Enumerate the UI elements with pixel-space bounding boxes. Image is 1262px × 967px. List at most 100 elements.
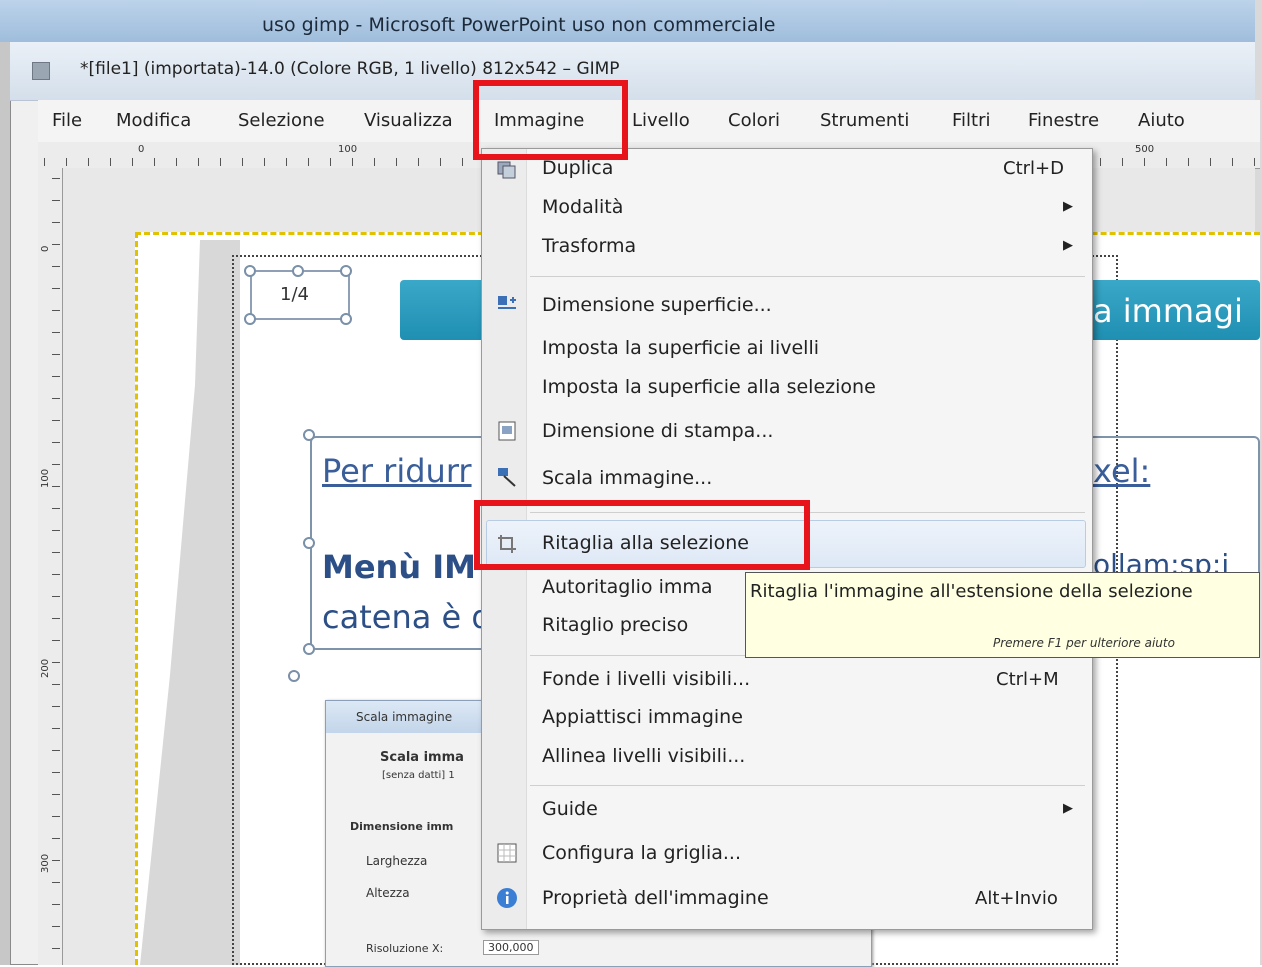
menu-item-autoritaglio[interactable]: Autoritaglio imma	[542, 576, 713, 598]
ruler-tick	[52, 706, 60, 707]
ruler-label: 0	[138, 144, 145, 155]
grid-icon	[497, 843, 517, 863]
menu-modifica[interactable]: Modifica	[116, 110, 191, 131]
resize-handle[interactable]	[244, 265, 256, 277]
menu-item-duplica[interactable]: Duplica	[542, 157, 613, 179]
ruler-tick	[52, 508, 60, 509]
ruler-tick	[52, 398, 60, 399]
menu-item-scala-immagine[interactable]: Scala immagine...	[542, 467, 712, 489]
ruler-tick	[1232, 158, 1233, 166]
resize-handle[interactable]	[288, 670, 300, 682]
resize-handle[interactable]	[292, 265, 304, 277]
ruler-tick	[52, 772, 60, 773]
info-icon	[497, 888, 517, 908]
ruler-label: 500	[1135, 144, 1155, 155]
ruler-tick	[1166, 158, 1167, 166]
ruler-tick	[52, 222, 60, 223]
menu-colori[interactable]: Colori	[728, 110, 780, 131]
vertical-ruler[interactable]: 0 100 200 300	[38, 168, 63, 965]
scale-dialog-header: Scala imma	[380, 750, 464, 765]
ruler-tick	[52, 354, 60, 355]
ruler-tick	[352, 158, 353, 166]
ruler-tick	[44, 158, 45, 166]
ruler-tick	[52, 266, 60, 267]
tooltip-text: Ritaglia l'immagine all'estensione della…	[750, 581, 1193, 602]
menu-item-guide[interactable]: Guide	[542, 798, 598, 820]
ruler-tick	[66, 158, 67, 166]
menu-item-allinea-livelli[interactable]: Allinea livelli visibili...	[542, 745, 745, 767]
ruler-tick	[52, 574, 60, 575]
height-label: Altezza	[366, 886, 410, 900]
menu-visualizza[interactable]: Visualizza	[364, 110, 453, 131]
ruler-tick	[52, 332, 60, 333]
menu-item-fonde-livelli[interactable]: Fonde i livelli visibili...	[542, 668, 750, 690]
slide-title-fragment: a immagi	[1093, 292, 1243, 330]
ruler-tick	[52, 530, 60, 531]
ruler-tick	[52, 178, 60, 179]
menu-item-ritaglio-preciso[interactable]: Ritaglio preciso	[542, 614, 688, 636]
width-label: Larghezza	[366, 854, 428, 868]
menu-strumenti[interactable]: Strumenti	[820, 110, 909, 131]
outer-window-titlebar: uso gimp - Microsoft PowerPoint uso non …	[0, 0, 1262, 42]
menu-separator	[530, 276, 1085, 277]
menu-selezione[interactable]: Selezione	[238, 110, 325, 131]
ruler-tick	[286, 158, 287, 166]
ruler-tick	[52, 904, 60, 905]
ruler-tick	[52, 200, 60, 201]
slide-text-line3: catena è d	[322, 598, 492, 636]
resize-handle[interactable]	[340, 313, 352, 325]
ruler-tick	[52, 618, 60, 619]
menu-item-dimensione-stampa[interactable]: Dimensione di stampa...	[542, 420, 773, 442]
menu-aiuto[interactable]: Aiuto	[1138, 110, 1185, 131]
ruler-tick	[52, 310, 60, 311]
menubar: File Modifica Selezione Visualizza Immag…	[38, 100, 1260, 143]
ruler-label: 200	[40, 658, 51, 678]
slide-text-line2: Menù IM	[322, 548, 476, 586]
ruler-tick	[418, 158, 419, 166]
submenu-arrow-icon: ▶	[1063, 199, 1073, 214]
menu-item-configura-griglia[interactable]: Configura la griglia...	[542, 842, 741, 864]
resize-handle[interactable]	[340, 265, 352, 277]
resize-handle[interactable]	[303, 643, 315, 655]
ruler-tick	[1144, 158, 1145, 166]
ruler-tick	[198, 158, 199, 166]
ruler-tick	[1210, 158, 1211, 166]
shortcut-fonde: Ctrl+M	[996, 669, 1059, 690]
resize-handle[interactable]	[244, 313, 256, 325]
menu-finestre[interactable]: Finestre	[1028, 110, 1099, 131]
ruler-tick	[132, 158, 133, 166]
menu-filtri[interactable]: Filtri	[952, 110, 991, 131]
resize-handle[interactable]	[303, 429, 315, 441]
tooltip-hint: Premere F1 per ulteriore aiuto	[993, 636, 1175, 650]
shortcut-duplica: Ctrl+D	[1003, 158, 1064, 179]
ruler-label: 100	[338, 144, 358, 155]
menu-livello[interactable]: Livello	[632, 110, 690, 131]
outer-window-title: uso gimp - Microsoft PowerPoint uso non …	[262, 14, 776, 36]
menu-item-superficie-livelli[interactable]: Imposta la superficie ai livelli	[542, 337, 819, 359]
ruler-tick	[52, 552, 60, 553]
ruler-tick	[242, 158, 243, 166]
resize-handle[interactable]	[303, 537, 315, 549]
menu-item-modalita[interactable]: Modalità	[542, 196, 623, 218]
ruler-tick	[330, 158, 331, 166]
ruler-tick	[52, 860, 60, 861]
slide-text-line1-end: xel:	[1093, 452, 1151, 490]
ruler-tick	[52, 948, 60, 949]
ruler-label: 300	[40, 853, 51, 873]
menu-item-trasforma[interactable]: Trasforma	[542, 235, 636, 257]
ruler-label: 100	[40, 468, 51, 488]
ruler-tick	[220, 158, 221, 166]
menu-item-appiattisci[interactable]: Appiattisci immagine	[542, 706, 743, 728]
menu-item-superficie-selezione[interactable]: Imposta la superficie alla selezione	[542, 376, 876, 398]
print-size-icon	[498, 421, 516, 441]
ruler-tick	[52, 750, 60, 751]
menu-item-dimensione-superficie[interactable]: Dimensione superficie...	[542, 294, 772, 316]
ruler-tick	[52, 640, 60, 641]
ruler-tick	[1122, 158, 1123, 166]
menu-item-proprieta[interactable]: Proprietà dell'immagine	[542, 887, 769, 909]
menu-file[interactable]: File	[52, 110, 82, 131]
resolution-input: 300,000	[483, 940, 539, 955]
ruler-tick	[52, 442, 60, 443]
ruler-tick	[52, 288, 60, 289]
ruler-tick	[264, 158, 265, 166]
